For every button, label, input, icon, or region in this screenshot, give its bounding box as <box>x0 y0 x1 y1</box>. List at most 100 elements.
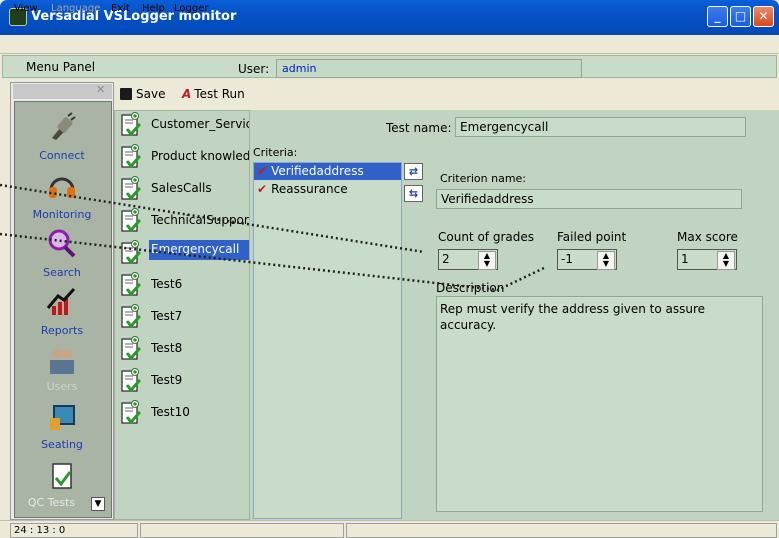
spin-arrows-icon[interactable]: ▲ ▼ <box>478 251 496 270</box>
test-list-item[interactable]: Test8 <box>118 335 249 365</box>
qc-test-icon <box>121 176 142 201</box>
nav-users: Users <box>14 342 110 400</box>
description-label: Description <box>436 281 505 295</box>
nav-seating-label: Seating <box>41 438 83 451</box>
test-list-item[interactable]: SalesCalls <box>118 175 249 205</box>
chevron-down-icon[interactable]: ▼ <box>91 497 105 511</box>
spin-arrows-icon[interactable]: ▲ ▼ <box>597 251 615 270</box>
qc-test-icon <box>121 144 142 169</box>
test-name-field[interactable]: Emergencycall <box>455 117 746 137</box>
menu-panel-label: Menu Panel <box>26 60 96 74</box>
status-cell <box>346 523 777 538</box>
qc-test-icon <box>121 240 142 265</box>
test-list-item-label: Test10 <box>151 405 190 419</box>
nav-reports-label: Reports <box>40 324 84 337</box>
qc-test-icon <box>52 463 72 489</box>
failed-point-stepper[interactable]: -1 ▲ ▼ <box>557 249 617 270</box>
test-list-item[interactable]: Emergencycall <box>118 239 249 269</box>
test-list-item-label: Emergencycall <box>149 240 249 260</box>
floppy-icon <box>120 88 132 100</box>
nav-search-label: Search <box>43 266 81 279</box>
check-icon: ✔ <box>257 164 268 178</box>
user-label: User: <box>238 62 270 76</box>
panel-close-icon[interactable]: ✕ <box>96 83 105 96</box>
save-label: Save <box>136 87 166 101</box>
nav-qc-tests-label: QC Tests <box>27 496 76 509</box>
count-of-grades-value: 2 <box>442 252 450 266</box>
test-list-item[interactable]: Test9 <box>118 367 249 397</box>
qc-test-icon <box>121 112 142 137</box>
nav-monitoring[interactable]: Monitoring <box>14 168 110 226</box>
nav-connect[interactable]: Connect <box>14 108 110 168</box>
nav-reports[interactable]: Reports <box>14 284 110 342</box>
criterion-name-field[interactable]: Verifiedaddress <box>436 189 742 209</box>
max-score-value: 1 <box>681 252 689 266</box>
test-list-item-label: Test6 <box>151 277 183 291</box>
test-list-item-label: Test8 <box>151 341 183 355</box>
plug-icon <box>52 112 76 140</box>
test-list-item-label: Test7 <box>151 309 183 323</box>
test-list-item-label: Customer_Service <box>151 117 249 131</box>
description-textarea[interactable]: Rep must verify the address given to ass… <box>436 296 763 512</box>
check-icon: ✔ <box>257 182 268 196</box>
count-of-grades-label: Count of grades <box>438 230 534 244</box>
criteria-label: Criteria: <box>253 146 298 159</box>
close-button[interactable]: ✕ <box>753 6 774 27</box>
qc-test-icon <box>121 400 142 425</box>
maximize-button[interactable]: □ <box>730 6 751 27</box>
user-value-field: admin <box>276 59 582 78</box>
headphones-icon <box>49 177 75 198</box>
save-button[interactable]: Save <box>120 87 165 105</box>
menu-logger[interactable]: Logger <box>174 3 208 14</box>
test-run-label: Test Run <box>194 87 245 101</box>
status-cell <box>140 523 344 538</box>
qc-test-icon <box>121 304 142 329</box>
test-list-item-label: Product knowledge <box>151 149 249 163</box>
nav-monitoring-label: Monitoring <box>32 208 92 221</box>
chart-icon <box>46 287 76 315</box>
qc-test-icon <box>121 368 142 393</box>
users-icon <box>50 349 74 374</box>
criterion-name-label: Criterion name: <box>440 172 527 185</box>
test-run-button[interactable]: A Test Run <box>182 87 245 101</box>
qc-test-icon <box>121 272 142 297</box>
nav-users-label: Users <box>46 380 78 393</box>
criteria-item-label: Verifiedaddress <box>271 164 364 178</box>
nav-seating[interactable]: Seating <box>14 400 110 458</box>
qc-test-icon <box>121 336 142 361</box>
test-list-item[interactable]: Test6 <box>118 271 249 301</box>
spin-arrows-icon[interactable]: ▲ ▼ <box>717 251 735 270</box>
test-list-item[interactable]: Customer_Service <box>118 111 249 141</box>
magnifier-icon <box>48 229 76 258</box>
criteria-item-label: Reassurance <box>271 182 348 196</box>
count-of-grades-stepper[interactable]: 2 ▲ ▼ <box>438 249 498 270</box>
menu-bar <box>0 35 779 54</box>
nav-connect-label: Connect <box>39 149 85 162</box>
criteria-item[interactable]: ✔ Reassurance <box>254 181 401 198</box>
test-list-item[interactable]: Test7 <box>118 303 249 333</box>
test-list-item-label: Test9 <box>151 373 183 387</box>
minimize-button[interactable]: _ <box>707 6 728 27</box>
criteria-item[interactable]: ✔ Verifiedaddress <box>254 163 401 180</box>
add-criterion-icon[interactable]: ⇄ <box>404 163 423 180</box>
test-list-item[interactable]: Product knowledge <box>118 143 249 173</box>
failed-point-value: -1 <box>561 252 573 266</box>
nav-search[interactable]: Search <box>14 226 110 284</box>
remove-criterion-icon[interactable]: ⇆ <box>404 185 423 202</box>
test-run-icon: A <box>182 87 192 101</box>
test-list-item[interactable]: TechnicalSupport <box>118 207 249 237</box>
max-score-stepper[interactable]: 1 ▲ ▼ <box>677 249 737 270</box>
menu-exit[interactable]: Exit <box>111 3 130 14</box>
failed-point-label: Failed point <box>557 230 627 244</box>
menu-view[interactable]: View <box>14 3 38 14</box>
qc-test-icon <box>121 208 142 233</box>
test-name-label: Test name: <box>386 121 452 135</box>
menu-language: Language <box>51 3 101 14</box>
status-time: 24 : 13 : 0 <box>10 523 138 538</box>
criteria-list <box>253 162 402 519</box>
seating-icon <box>50 405 75 430</box>
test-list-item[interactable]: Test10 <box>118 399 249 429</box>
test-list-item-label: TechnicalSupport <box>151 213 249 227</box>
max-score-label: Max score <box>677 230 738 244</box>
menu-help[interactable]: Help <box>142 3 165 14</box>
